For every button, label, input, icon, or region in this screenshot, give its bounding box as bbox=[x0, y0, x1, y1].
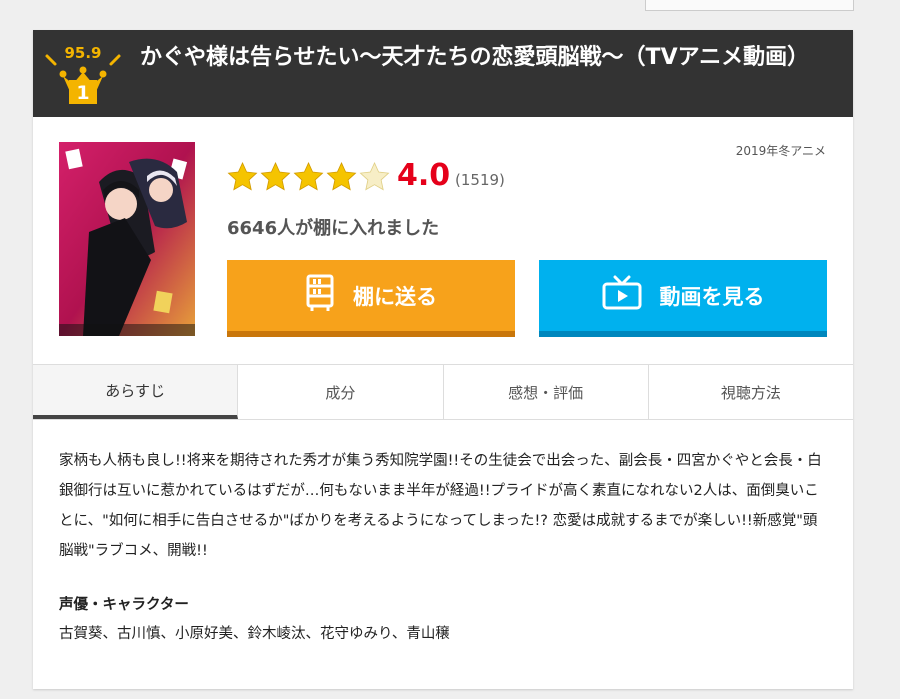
star-icon bbox=[259, 160, 292, 194]
season-label[interactable]: 2019年冬アニメ bbox=[736, 142, 826, 159]
star-icon bbox=[292, 160, 325, 194]
poster-image[interactable] bbox=[59, 142, 195, 336]
tv-icon bbox=[602, 275, 642, 316]
tab-bar: あらすじ 成分 感想・評価 視聴方法 bbox=[33, 364, 853, 420]
cast-heading: 声優・キャラクター bbox=[59, 597, 189, 613]
add-to-shelf-label: 棚に送る bbox=[353, 284, 437, 309]
anime-card: 95.9 1 かぐや様は告らせたい〜天才たちの恋愛頭脳戦〜（TVアニメ動画） 2… bbox=[33, 30, 853, 689]
anime-title[interactable]: かぐや様は告らせたい〜天才たちの恋愛頭脳戦〜（TVアニメ動画） bbox=[140, 42, 830, 73]
tab-reviews[interactable]: 感想・評価 bbox=[444, 365, 649, 419]
shelf-icon bbox=[305, 273, 335, 318]
cast-list: 古賀葵、古川慎、小原好美、鈴木崚汰、花守ゆみり、青山穣 bbox=[59, 626, 450, 642]
watch-video-button[interactable]: 動画を見る bbox=[539, 260, 827, 337]
star-rating bbox=[226, 160, 391, 194]
top-search-box[interactable] bbox=[645, 0, 854, 11]
tab-synopsis[interactable]: あらすじ bbox=[33, 365, 239, 419]
ranking-score: 95.9 bbox=[64, 44, 102, 62]
add-to-shelf-button[interactable]: 棚に送る bbox=[227, 260, 515, 337]
star-icon bbox=[325, 160, 358, 194]
rating-count: (1519) bbox=[455, 171, 505, 189]
ranking-header: 95.9 1 かぐや様は告らせたい〜天才たちの恋愛頭脳戦〜（TVアニメ動画） bbox=[33, 30, 853, 117]
synopsis-text: 家柄も人柄も良し!!将来を期待された秀才が集う秀知院学園!!その生徒会で出会った… bbox=[59, 453, 822, 559]
ranking-number: 1 bbox=[76, 82, 90, 104]
shelf-count: 6646人が棚に入れました bbox=[227, 218, 440, 239]
tab-where-to-watch[interactable]: 視聴方法 bbox=[649, 365, 853, 419]
star-empty-icon bbox=[358, 160, 391, 194]
ranking-crown: 95.9 1 bbox=[41, 38, 125, 110]
tab-components[interactable]: 成分 bbox=[238, 365, 444, 419]
star-icon bbox=[226, 160, 259, 194]
watch-video-label: 動画を見る bbox=[659, 284, 765, 309]
rating-value: 4.0 bbox=[397, 158, 451, 193]
